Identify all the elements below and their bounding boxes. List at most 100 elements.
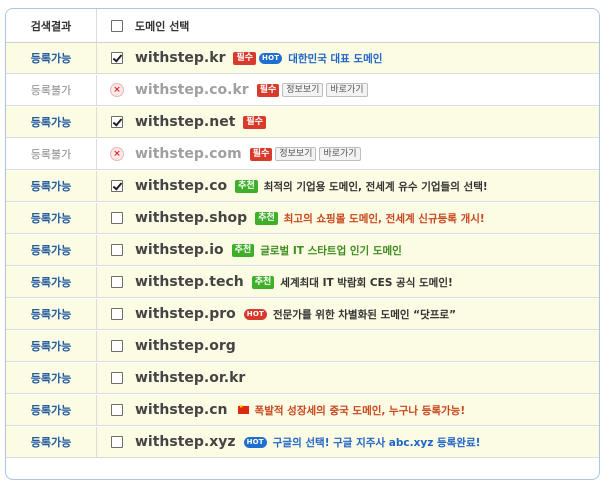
view-info-button[interactable]: 정보보기	[275, 147, 317, 161]
domain-select-checkbox[interactable]	[111, 212, 123, 224]
china-flag-icon	[237, 403, 249, 414]
availability-status: 등록가능	[6, 107, 97, 137]
availability-status: 등록가능	[6, 171, 97, 201]
go-to-site-button[interactable]: 바로가기	[319, 147, 361, 161]
domain-extras: 추천 최적의 기업용 도메인, 전세계 유수 기업들의 선택!	[235, 179, 488, 194]
availability-status: 등록가능	[6, 235, 97, 265]
domain-search-results-panel: 검색결과 도메인 선택 등록가능 withstep.kr 필수 HOT 대한민국 대표 …	[5, 8, 600, 480]
domain-extras: 추천 글로벌 IT 스타트업 인기 도메인	[231, 243, 402, 258]
recommended-badge: 추천	[255, 211, 278, 225]
domain-name-cell: withstep.co.kr 필수 정보보기 바로가기	[135, 75, 368, 105]
domain-description: 글로벌 IT 스타트업 인기 도메인	[260, 244, 402, 257]
domain-select-checkbox[interactable]	[111, 52, 123, 64]
domain-select-checkbox[interactable]	[111, 116, 123, 128]
availability-status: 등록가능	[6, 43, 97, 73]
domain-name: withstep.pro	[135, 306, 236, 322]
table-header-row: 검색결과 도메인 선택	[6, 9, 599, 43]
domain-name: withstep.io	[135, 242, 224, 258]
domain-select-checkbox[interactable]	[111, 244, 123, 256]
domain-name: withstep.shop	[135, 210, 248, 226]
domain-description: 최적의 기업용 도메인, 전세계 유수 기업들의 선택!	[263, 180, 488, 193]
recommended-badge: 추천	[235, 179, 258, 193]
domain-name-cell: withstep.kr 필수 HOT 대한민국 대표 도메인	[135, 43, 382, 73]
domain-extras: HOT 전문가를 위한 차별화된 도메인 “닷프로”	[243, 307, 456, 322]
domain-name-cell: withstep.io 추천 글로벌 IT 스타트업 인기 도메인	[135, 235, 402, 265]
domain-name: withstep.kr	[135, 50, 226, 66]
domain-name: withstep.xyz	[135, 434, 236, 450]
domain-name: withstep.co	[135, 178, 228, 194]
status-column-header: 검색결과	[6, 9, 97, 42]
table-row: 등록가능 withstep.shop 추천 최고의 쇼핑몰 도메인, 전세계 신규등록…	[6, 203, 599, 234]
availability-status: 등록불가	[6, 139, 97, 169]
table-row: 등록가능 withstep.xyz HOT 구글의 선택! 구글 지주사 abc.xy…	[6, 427, 599, 458]
availability-status: 등록가능	[6, 395, 97, 425]
required-badge: 필수	[243, 115, 266, 129]
select-all-checkbox[interactable]	[111, 19, 123, 32]
hot-badge: HOT	[259, 52, 283, 64]
domain-description: 전문가를 위한 차별화된 도메인 “닷프로”	[272, 308, 456, 321]
domain-select-checkbox[interactable]	[111, 180, 123, 192]
domain-name: withstep.com	[135, 146, 242, 162]
domain-name-cell: withstep.co 추천 최적의 기업용 도메인, 전세계 유수 기업들의 선택…	[135, 171, 488, 201]
domain-extras: HOT 구글의 선택! 구글 지주사 abc.xyz 등록완료!	[243, 435, 481, 450]
domain-select-checkbox[interactable]	[111, 372, 123, 384]
domain-description: 대한민국 대표 도메인	[288, 52, 383, 65]
domain-name: withstep.or.kr	[135, 370, 246, 386]
view-info-button[interactable]: 정보보기	[282, 83, 324, 97]
availability-status: 등록가능	[6, 203, 97, 233]
domain-name: withstep.org	[135, 338, 236, 354]
domain-name: withstep.cn	[135, 402, 228, 418]
domain-description: 구글의 선택! 구글 지주사 abc.xyz 등록완료!	[272, 436, 481, 449]
required-badge: 필수	[233, 51, 257, 65]
domain-extras: 폭발적 성장세의 중국 도메인, 누구나 등록가능!	[236, 403, 465, 418]
domain-description: 세계최대 IT 박람회 CES 공식 도메인!	[280, 276, 453, 289]
table-row: 등록가능 withstep.org	[6, 331, 599, 362]
table-row: 등록가능 withstep.io 추천 글로벌 IT 스타트업 인기 도메인	[6, 235, 599, 266]
unavailable-x-icon: ×	[110, 83, 124, 97]
domain-select-checkbox[interactable]	[111, 276, 123, 288]
domain-name-cell: withstep.shop 추천 최고의 쇼핑몰 도메인, 전세계 신규등록 개시!	[135, 203, 485, 233]
domain-name-cell: withstep.net 필수	[135, 107, 266, 137]
domain-name-cell: withstep.xyz HOT 구글의 선택! 구글 지주사 abc.xyz 등록…	[135, 427, 480, 457]
table-row: 등록불가 × withstep.com 필수 정보보기 바로가기	[6, 139, 599, 170]
hot-badge: HOT	[243, 308, 267, 320]
domain-description: 최고의 쇼핑몰 도메인, 전세계 신규등록 개시!	[283, 212, 485, 225]
go-to-site-button[interactable]: 바로가기	[326, 83, 368, 97]
domain-select-checkbox[interactable]	[111, 404, 123, 416]
recommended-badge: 추천	[251, 275, 275, 289]
availability-status: 등록가능	[6, 299, 97, 329]
domain-column-header: 도메인 선택	[135, 19, 190, 33]
availability-status: 등록가능	[6, 267, 97, 297]
domain-name-cell: withstep.com 필수 정보보기 바로가기	[135, 139, 361, 169]
table-row: 등록가능 withstep.pro HOT 전문가를 위한 차별화된 도메인 “닷프로…	[6, 299, 599, 330]
domain-select-checkbox[interactable]	[111, 340, 123, 352]
table-row: 등록가능 withstep.kr 필수 HOT 대한민국 대표 도메인	[6, 43, 599, 74]
table-row: 등록가능 withstep.or.kr	[6, 363, 599, 394]
domain-extras: 추천 세계최대 IT 박람회 CES 공식 도메인!	[251, 275, 453, 290]
domain-name-cell: withstep.cn 폭발적 성장세의 중국 도메인, 누구나 등록가능!	[135, 395, 465, 425]
domain-name-cell: withstep.pro HOT 전문가를 위한 차별화된 도메인 “닷프로”	[135, 299, 456, 329]
domain-name: withstep.co.kr	[135, 82, 249, 98]
recommended-badge: 추천	[231, 243, 255, 257]
domain-extras: 필수 정보보기 바로가기	[256, 83, 368, 97]
table-row: 등록가능 withstep.net 필수	[6, 107, 599, 138]
domain-select-checkbox[interactable]	[111, 436, 123, 448]
table-row: 등록가능 withstep.tech 추천 세계최대 IT 박람회 CES 공식 도메…	[6, 267, 599, 298]
required-badge: 필수	[256, 83, 280, 97]
hot-badge: HOT	[243, 436, 267, 448]
table-row: 등록불가 × withstep.co.kr 필수 정보보기 바로가기	[6, 75, 599, 106]
domain-select-checkbox[interactable]	[111, 308, 123, 320]
domain-extras: 필수 HOT 대한민국 대표 도메인	[233, 51, 382, 66]
table-row: 등록가능 withstep.cn 폭발적 성장세의 중국 도메인, 누구나 등록가능…	[6, 395, 599, 426]
domain-name-cell: withstep.tech 추천 세계최대 IT 박람회 CES 공식 도메인!	[135, 267, 453, 297]
availability-status: 등록가능	[6, 331, 97, 361]
domain-name: withstep.tech	[135, 274, 244, 290]
table-row: 등록가능 withstep.co 추천 최적의 기업용 도메인, 전세계 유수 기업들…	[6, 171, 599, 202]
domain-name-cell: withstep.or.kr	[135, 363, 245, 393]
required-badge: 필수	[249, 147, 273, 161]
availability-status: 등록가능	[6, 363, 97, 393]
unavailable-x-icon: ×	[110, 147, 124, 161]
domain-extras: 필수	[243, 115, 266, 129]
availability-status: 등록불가	[6, 75, 97, 105]
domain-name-cell: withstep.org	[135, 331, 236, 361]
